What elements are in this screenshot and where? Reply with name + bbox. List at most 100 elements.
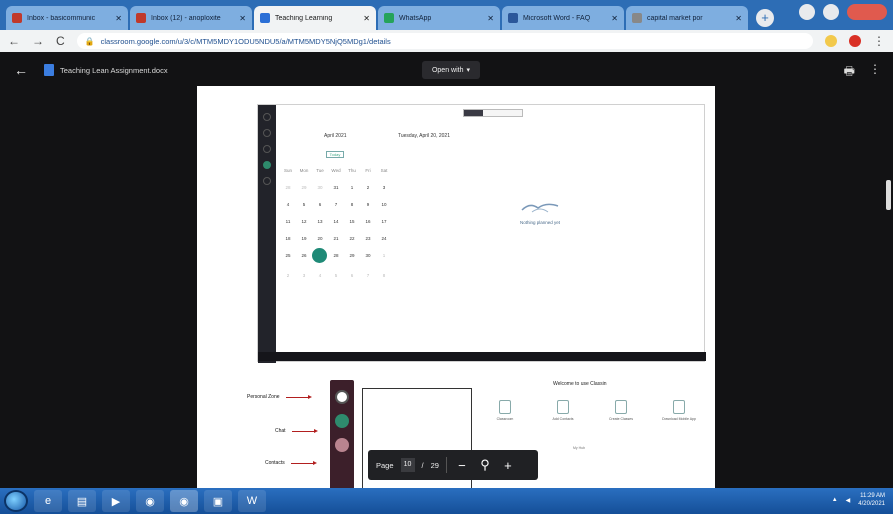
calendar-day: 25: [285, 253, 291, 258]
document-page: April 2021 Tuesday, April 20, 2021 Today…: [197, 86, 715, 496]
red-arrow-icon: [290, 460, 317, 465]
browser-tab[interactable]: Microsoft Word - FAQ ✕: [502, 6, 624, 30]
reload-icon[interactable]: C: [56, 34, 65, 48]
tab-title: Inbox - basicommunic: [27, 14, 96, 22]
zoom-out-button[interactable]: −: [454, 458, 470, 473]
tab-title: Microsoft Word - FAQ: [523, 14, 591, 22]
browser-tab[interactable]: Teaching Learning ✕: [254, 6, 376, 30]
calendar-day: 5: [302, 202, 306, 207]
calendar-day: 9: [366, 202, 370, 207]
feature-card-icon: [499, 400, 511, 414]
viewer-header: ← Teaching Lean Assignment.docx Open wit…: [0, 52, 893, 88]
word-icon[interactable]: W: [238, 490, 266, 512]
calendar-day: 28: [333, 253, 339, 258]
calendar-day: 2: [366, 185, 370, 190]
tab-favicon-icon: [136, 13, 146, 23]
calendar-weekday: Wed: [331, 168, 341, 173]
close-viewer-arrow-icon[interactable]: ←: [14, 62, 28, 78]
tab-title: Inbox (12) - anoploxite: [151, 14, 221, 22]
ms-paint-icon[interactable]: ▣: [204, 490, 232, 512]
calendar-day: 7: [366, 273, 370, 278]
view-switch: [463, 109, 523, 117]
browser-tab[interactable]: Inbox (12) - anoploxite ✕: [130, 6, 252, 30]
feature-card: Classroom: [487, 400, 523, 421]
browser-tab[interactable]: Inbox - basicommunic ✕: [6, 6, 128, 30]
calendar-weekday: Sun: [283, 168, 292, 173]
page-total: 29: [430, 460, 439, 470]
network-icon[interactable]: ▲: [832, 497, 838, 503]
tab-favicon-icon: [508, 13, 518, 23]
chrome-active-icon[interactable]: ◉: [170, 490, 198, 512]
browser-tab[interactable]: capital market por ✕: [626, 6, 748, 30]
calendar-weekday: Thu: [348, 168, 356, 173]
page-label: Page: [376, 460, 394, 470]
calendar-day: 30: [317, 185, 323, 190]
chat-icon: [335, 414, 349, 428]
month-label: April 2021: [324, 133, 347, 139]
calendar-day: 8: [382, 273, 386, 278]
calendar-day: 7: [334, 202, 338, 207]
feature-card-icon: [673, 400, 685, 414]
extension-icon[interactable]: [825, 35, 837, 47]
calendar-day: 4: [286, 202, 290, 207]
clock[interactable]: 11:29 AM 4/20/2021: [858, 492, 885, 508]
media-player-icon[interactable]: ▶: [102, 490, 130, 512]
volume-icon[interactable]: ◀: [846, 497, 851, 504]
feature-card-label: Create Classes: [609, 417, 633, 421]
close-window-button[interactable]: [847, 4, 887, 20]
more-options-icon[interactable]: ⋮: [869, 62, 881, 83]
empty-state-text: Nothing planned yet: [520, 220, 561, 225]
start-button[interactable]: [4, 490, 28, 512]
calendar-day: 23: [365, 236, 371, 241]
browser-tab[interactable]: WhatsApp ✕: [378, 6, 500, 30]
calendar-day: 12: [301, 219, 307, 224]
tab-favicon-icon: [384, 13, 394, 23]
calendar-day: 1: [350, 185, 354, 190]
annotation-label: Chat: [275, 428, 286, 434]
divider: [445, 457, 447, 473]
scrollbar-thumb[interactable]: [886, 180, 891, 210]
back-arrow-icon[interactable]: ←: [8, 34, 20, 48]
chrome-icon[interactable]: ◉: [136, 490, 164, 512]
feature-cards: Classroom Add Contacts Create Classes Downl…: [487, 400, 697, 421]
calendar-day: 6: [318, 202, 322, 207]
feature-card-label: Classroom: [496, 417, 514, 421]
calendar-day: 18: [285, 236, 291, 241]
close-tab-icon[interactable]: ✕: [115, 14, 122, 23]
calendar-day: 2: [286, 273, 290, 278]
zoom-in-button[interactable]: +: [500, 458, 516, 473]
calendar-day: 3: [382, 185, 386, 190]
open-with-button[interactable]: Open with ▾: [422, 61, 480, 79]
ie-icon[interactable]: e: [34, 490, 62, 512]
close-tab-icon[interactable]: ✕: [239, 14, 246, 23]
calendar-day: 14: [333, 219, 339, 224]
file-explorer-icon[interactable]: ▤: [68, 490, 96, 512]
sidebar-icon: [263, 129, 271, 137]
close-tab-icon[interactable]: ✕: [611, 14, 618, 23]
viewer-actions: 🖶 ⋮: [844, 62, 881, 83]
new-tab-button[interactable]: +: [756, 9, 774, 27]
tab-favicon-icon: [260, 13, 270, 23]
screen: Inbox - basicommunic ✕ Inbox (12) - anoplo…: [0, 0, 893, 514]
calendar-day: 4: [318, 273, 322, 278]
close-tab-icon[interactable]: ✕: [363, 14, 370, 23]
calendar-grid: Sun Mon Tue Wed Thu Fri Sat 28 29 30 31 1 2 3 4 5 6 7 8 9 10…: [280, 167, 390, 280]
menu-kebab-icon[interactable]: ⋮: [873, 34, 885, 48]
calendar-weekday: Sat: [380, 168, 388, 173]
forward-arrow-icon[interactable]: →: [32, 34, 44, 48]
welcome-heading: Welcome to use Classin: [553, 381, 607, 387]
print-icon[interactable]: 🖶: [844, 62, 855, 83]
close-tab-icon[interactable]: ✕: [735, 14, 742, 23]
minimize-button[interactable]: [799, 4, 815, 20]
page-number-input[interactable]: 10: [400, 458, 415, 472]
profile-avatar[interactable]: [849, 35, 861, 47]
calendar-day: 5: [334, 273, 338, 278]
address-bar[interactable]: 🔒 classroom.google.com/u/3/c/MTM5MDY1ODU…: [76, 33, 813, 49]
close-tab-icon[interactable]: ✕: [487, 14, 494, 23]
sidebar-icon: [263, 145, 271, 153]
annotation-contacts: Contacts: [265, 460, 317, 466]
doc-title: Teaching Lean Assignment.docx: [60, 65, 168, 75]
calendar-weekday: Fri: [365, 168, 371, 173]
maximize-button[interactable]: [823, 4, 839, 20]
calendar-day: 15: [349, 219, 355, 224]
